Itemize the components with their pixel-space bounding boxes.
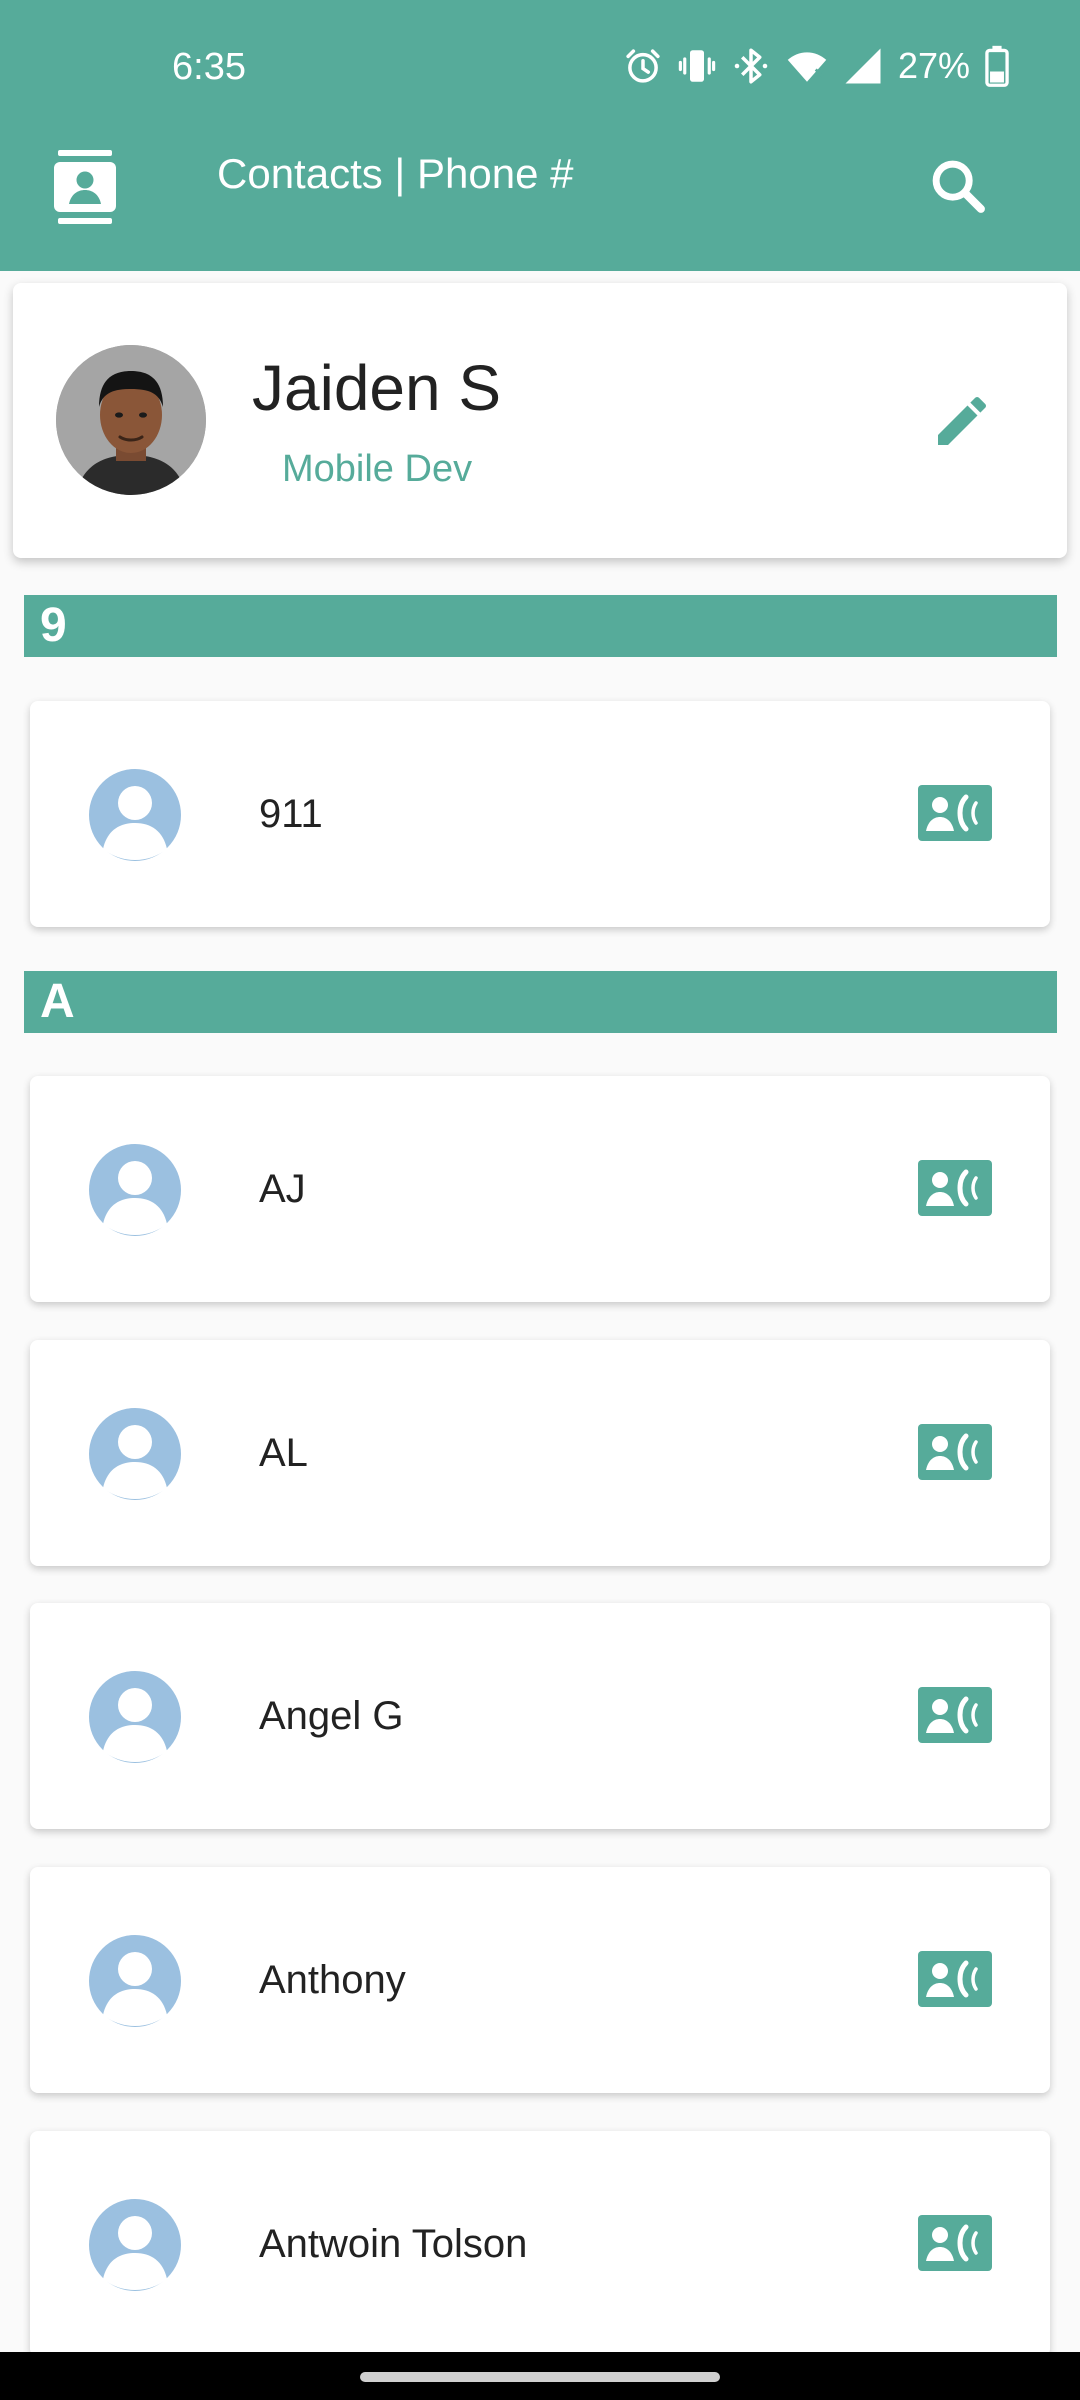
home-gesture-handle[interactable] — [360, 2372, 720, 2382]
vibrate-icon — [678, 50, 716, 82]
person-avatar-icon — [89, 1935, 181, 2027]
contact-phone-icon[interactable] — [918, 1687, 992, 1743]
person-avatar-icon — [89, 1671, 181, 1763]
section-header-a: A — [24, 971, 1057, 1033]
edit-pencil-icon[interactable] — [930, 389, 994, 453]
battery-percent: 27% — [897, 45, 970, 86]
app-header: 6:35 27% Contacts | Phone # — [0, 0, 1080, 271]
section-header-9: 9 — [24, 595, 1057, 657]
profile-role: Mobile Dev — [282, 448, 473, 490]
contact-phone-icon[interactable] — [918, 1424, 992, 1480]
contact-card-anthony[interactable]: Anthony — [30, 1867, 1050, 2093]
profile-card[interactable]: Jaiden S Mobile Dev — [13, 283, 1067, 558]
contact-card-aj[interactable]: AJ — [30, 1076, 1050, 1302]
contacts-book-icon — [54, 150, 116, 224]
wifi-icon — [787, 52, 827, 82]
person-avatar-icon — [89, 1144, 181, 1236]
system-nav-bar — [0, 2352, 1080, 2400]
contact-card-911[interactable]: 911 — [30, 701, 1050, 927]
contact-name: Anthony — [259, 1958, 406, 2002]
contact-name: Antwoin Tolson — [259, 2222, 528, 2266]
contact-card-angel-g[interactable]: Angel G — [30, 1603, 1050, 1829]
profile-name: Jaiden S — [252, 352, 502, 424]
contact-phone-icon[interactable] — [918, 2215, 992, 2271]
contact-name: AJ — [259, 1167, 306, 1211]
contact-phone-icon[interactable] — [918, 1160, 992, 1216]
signal-icon — [845, 48, 881, 84]
person-avatar-icon — [89, 769, 181, 861]
search-icon[interactable] — [926, 154, 990, 218]
contact-name: AL — [259, 1431, 308, 1475]
contact-card-antwoin-tolson[interactable]: Antwoin Tolson — [30, 2131, 1050, 2357]
contact-name: 911 — [259, 792, 323, 836]
contact-card-al[interactable]: AL — [30, 1340, 1050, 1566]
bluetooth-icon — [734, 48, 768, 84]
battery-icon — [985, 45, 1009, 87]
status-time: 6:35 — [172, 46, 246, 88]
alarm-icon — [626, 49, 660, 83]
status-bar: 6:35 27% — [0, 0, 1080, 140]
person-avatar-icon — [89, 2199, 181, 2291]
person-avatar-icon — [89, 1408, 181, 1500]
app-title: Contacts | Phone # — [217, 150, 574, 197]
profile-avatar — [56, 345, 206, 495]
contact-phone-icon[interactable] — [918, 785, 992, 841]
contact-name: Angel G — [259, 1694, 404, 1738]
contact-phone-icon[interactable] — [918, 1951, 992, 2007]
status-icons: 27% — [622, 44, 1012, 88]
